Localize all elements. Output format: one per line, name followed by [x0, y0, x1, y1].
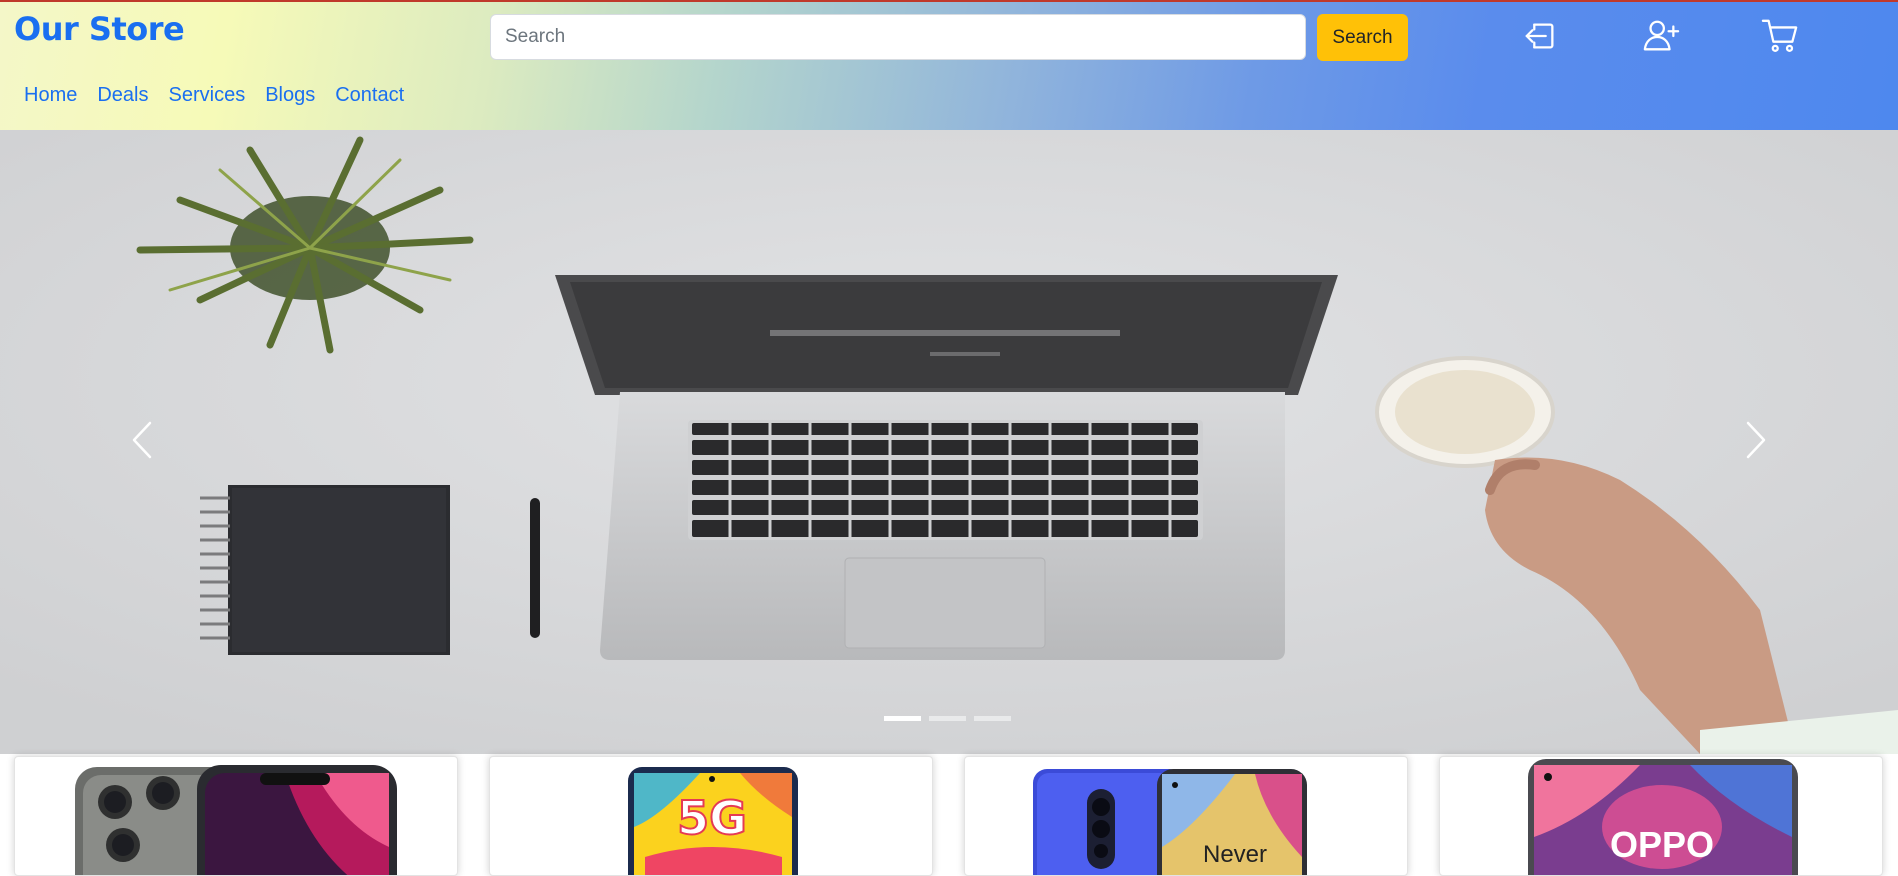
nav-services[interactable]: Services — [159, 84, 256, 107]
iphone-13-pro-phone-image — [75, 765, 397, 875]
product-label: OPPO — [1610, 824, 1714, 865]
carousel-prev-button[interactable] — [122, 410, 162, 470]
login-icon[interactable] — [1516, 14, 1564, 58]
site-header: Our Store Search Home Deals Services Blo… — [0, 0, 1898, 130]
add-user-icon[interactable] — [1637, 14, 1685, 58]
hero-carousel — [0, 130, 1898, 754]
product-row: 5G Never OPPO — [0, 754, 1898, 876]
product-card[interactable]: OPPO — [1439, 756, 1883, 876]
coffee-cup-illustration — [1375, 356, 1555, 468]
notebook-illustration — [200, 485, 450, 655]
oneplus-8-pro-phone-image: Never — [1033, 769, 1307, 875]
nav-contact[interactable]: Contact — [325, 84, 414, 107]
samsung-5g-phone-image: 5G — [628, 767, 798, 875]
carousel-indicator-1[interactable] — [884, 716, 921, 721]
brand-logo[interactable]: Our Store — [14, 10, 185, 48]
nav-blogs[interactable]: Blogs — [255, 84, 325, 107]
product-card[interactable] — [14, 756, 458, 876]
nav-deals[interactable]: Deals — [87, 84, 158, 107]
chevron-right-icon — [1746, 421, 1766, 459]
chevron-left-icon — [132, 421, 152, 459]
carousel-indicators — [884, 716, 1011, 721]
nav-home[interactable]: Home — [14, 84, 87, 107]
product-card[interactable]: 5G — [489, 756, 933, 876]
laptop-illustration — [555, 275, 1338, 660]
carousel-indicator-3[interactable] — [974, 716, 1011, 721]
carousel-next-button[interactable] — [1736, 410, 1776, 470]
product-card[interactable]: Never — [964, 756, 1408, 876]
main-nav: Home Deals Services Blogs Contact — [14, 84, 414, 107]
search-button[interactable]: Search — [1317, 14, 1408, 61]
carousel-indicator-2[interactable] — [929, 716, 966, 721]
product-label: 5G — [677, 791, 747, 845]
pen-illustration — [530, 498, 540, 638]
search-input[interactable] — [490, 14, 1306, 60]
cart-icon[interactable] — [1756, 14, 1804, 58]
hero-slide-image — [0, 130, 1898, 754]
product-label: Never — [1203, 841, 1267, 868]
oppo-phone-image: OPPO — [1528, 759, 1798, 875]
